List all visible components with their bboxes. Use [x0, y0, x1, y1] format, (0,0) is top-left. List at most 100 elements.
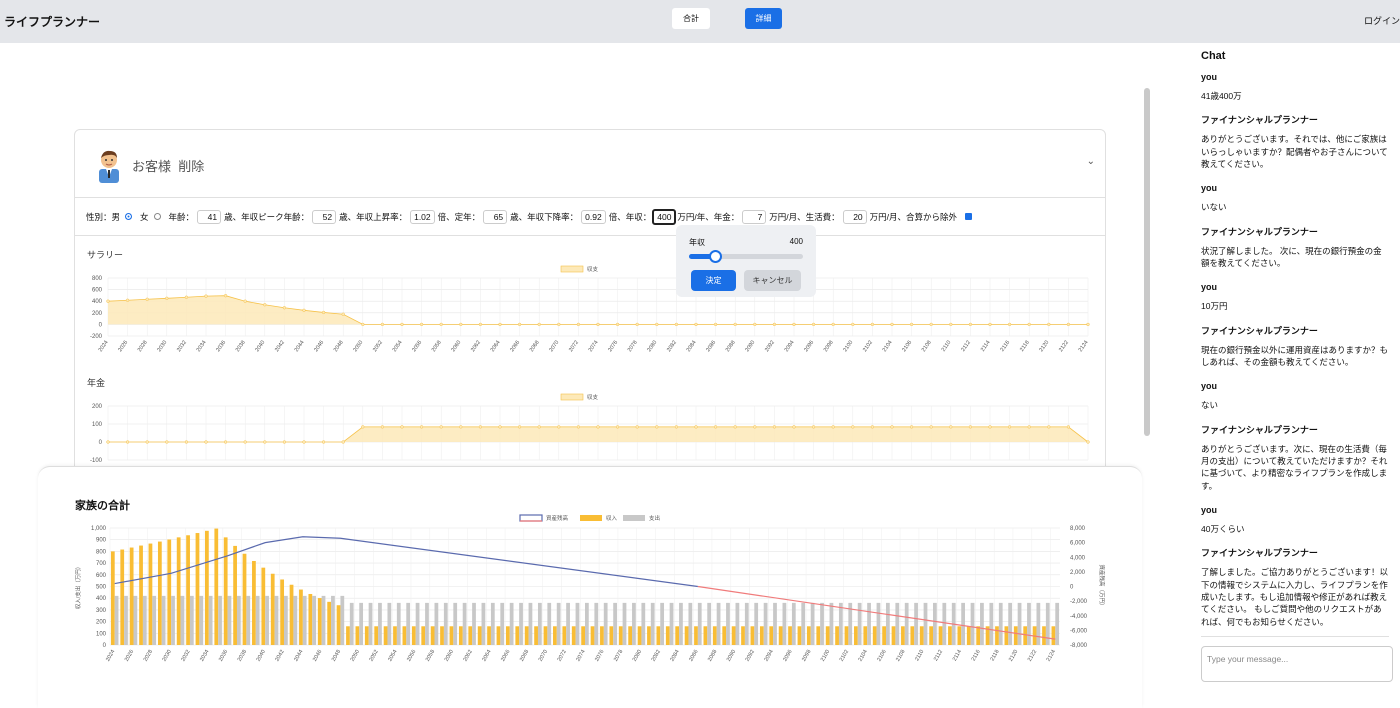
- income-bar: [299, 589, 303, 645]
- exclude-checkbox[interactable]: [965, 213, 973, 220]
- delete-link[interactable]: 削除: [178, 159, 204, 174]
- x-tick-label: 2050: [350, 649, 361, 663]
- x-tick-label: 2124: [1078, 340, 1090, 353]
- data-point: [165, 440, 169, 444]
- chat-text: 40万くらい: [1201, 524, 1245, 535]
- income-bar: [261, 567, 266, 645]
- income-bar: [449, 626, 454, 645]
- expense-bar: [171, 595, 175, 645]
- data-point: [478, 322, 483, 327]
- income-bar: [139, 545, 143, 645]
- x-tick-label: 2080: [632, 649, 643, 663]
- main-scrollbar[interactable]: [1144, 88, 1150, 436]
- data-point: [184, 295, 189, 299]
- x-tick-label: 2040: [256, 649, 267, 663]
- data-point: [772, 425, 777, 429]
- x-tick-label: 2064: [481, 649, 492, 663]
- data-point: [674, 425, 679, 429]
- chat-text: 41歳400万: [1201, 91, 1242, 102]
- rise-rate-input[interactable]: 1.02: [410, 209, 435, 224]
- x-tick-label: 2114: [952, 649, 963, 662]
- expense-bar: [453, 602, 458, 645]
- data-point: [223, 294, 228, 298]
- data-point: [1047, 322, 1051, 327]
- expense-bar: [895, 602, 900, 645]
- peak-age-input[interactable]: 52: [312, 209, 337, 224]
- data-point: [419, 322, 424, 327]
- x-tick-label: 2112: [933, 649, 944, 662]
- y-tick-label: 200: [92, 311, 103, 317]
- data-point: [870, 322, 875, 327]
- income-bar: [242, 553, 247, 645]
- income-bar: [496, 626, 501, 645]
- chat-message-input[interactable]: Type your message...: [1201, 646, 1393, 682]
- x-tick-label: 2056: [411, 340, 423, 353]
- data-point: [361, 322, 365, 327]
- gender-male-radio[interactable]: [125, 213, 133, 220]
- retire-age-input[interactable]: 65: [483, 209, 508, 224]
- x-tick-label: 2030: [156, 340, 168, 353]
- income-bar: [383, 626, 388, 645]
- customer-card-header[interactable]: お客様 削除 ⌄: [75, 130, 1105, 198]
- data-point: [282, 306, 287, 310]
- x-tick-label: 2072: [568, 340, 580, 353]
- login-link[interactable]: ログイン: [1364, 14, 1400, 27]
- data-point: [204, 440, 208, 444]
- data-point: [223, 440, 228, 444]
- x-tick-label: 2070: [538, 649, 549, 663]
- x-tick-label: 2050: [352, 340, 364, 353]
- y-tick-label: 700: [96, 561, 107, 567]
- x-tick-label: 2058: [431, 340, 443, 353]
- data-point: [517, 322, 522, 327]
- y-tick-label: 400: [92, 299, 103, 305]
- expense-bar: [726, 602, 730, 645]
- avatar: [99, 150, 119, 183]
- data-point: [968, 322, 973, 327]
- income-slider[interactable]: [689, 250, 803, 263]
- x-tick-label: 2116: [971, 649, 982, 662]
- income-bar: [157, 541, 162, 645]
- chat-text: 状況了解しました。 次に、現在の銀行預金の金額を教えてください。: [1201, 245, 1382, 269]
- chevron-down-icon[interactable]: ⌄: [1087, 156, 1095, 167]
- pension-input[interactable]: 7: [742, 209, 767, 224]
- chat-message: ファイナンシャルプランナー 現在の銀行預金以外に運用資産はありますか？もしあれば、…: [1201, 325, 1389, 369]
- data-point: [439, 322, 443, 327]
- expense-bar: [829, 602, 834, 645]
- x-tick-label: 2044: [293, 649, 304, 663]
- age-input[interactable]: 41: [197, 209, 222, 224]
- cancel-button[interactable]: キャンセル: [744, 270, 801, 291]
- data-point: [929, 322, 933, 327]
- legend-label: 資産残高: [546, 514, 569, 522]
- x-tick-label: 2070: [548, 340, 560, 353]
- income-bar: [233, 545, 237, 645]
- tab-detail-button[interactable]: 詳細: [745, 8, 782, 29]
- y-tick-label: 1,000: [91, 526, 107, 532]
- income-bar: [788, 626, 792, 645]
- income-bar: [759, 626, 764, 645]
- chat-sender: you: [1201, 183, 1218, 194]
- expense-bar: [744, 602, 749, 645]
- x-tick-label: 2052: [372, 340, 384, 353]
- confirm-button[interactable]: 決定: [691, 270, 736, 291]
- expense-bar: [396, 602, 401, 645]
- y2-tick-label: -8,000: [1070, 643, 1088, 649]
- expense-bar: [791, 602, 796, 645]
- gender-female-radio[interactable]: [153, 213, 161, 220]
- data-point: [125, 440, 130, 444]
- expense-bar: [472, 602, 476, 645]
- decline-rate-input[interactable]: 0.92: [581, 209, 606, 224]
- income-bar: [694, 626, 698, 645]
- slider-thumb[interactable]: [709, 250, 723, 263]
- income-input[interactable]: 400: [652, 208, 677, 225]
- legend-label: 収支: [587, 393, 599, 401]
- data-point: [890, 322, 894, 327]
- income-bar: [675, 626, 680, 645]
- income-bar: [891, 626, 896, 645]
- chat-text: ありがとうございます。次に、現在の生活費（毎月の支出）について教えていただけます…: [1201, 443, 1388, 491]
- data-point: [811, 322, 816, 327]
- x-tick-label: 2106: [901, 340, 913, 353]
- income-bar: [769, 626, 774, 645]
- living-cost-input[interactable]: 20: [842, 209, 867, 224]
- tab-total-button[interactable]: 合計: [672, 8, 710, 29]
- x-tick-label: 2074: [588, 340, 600, 353]
